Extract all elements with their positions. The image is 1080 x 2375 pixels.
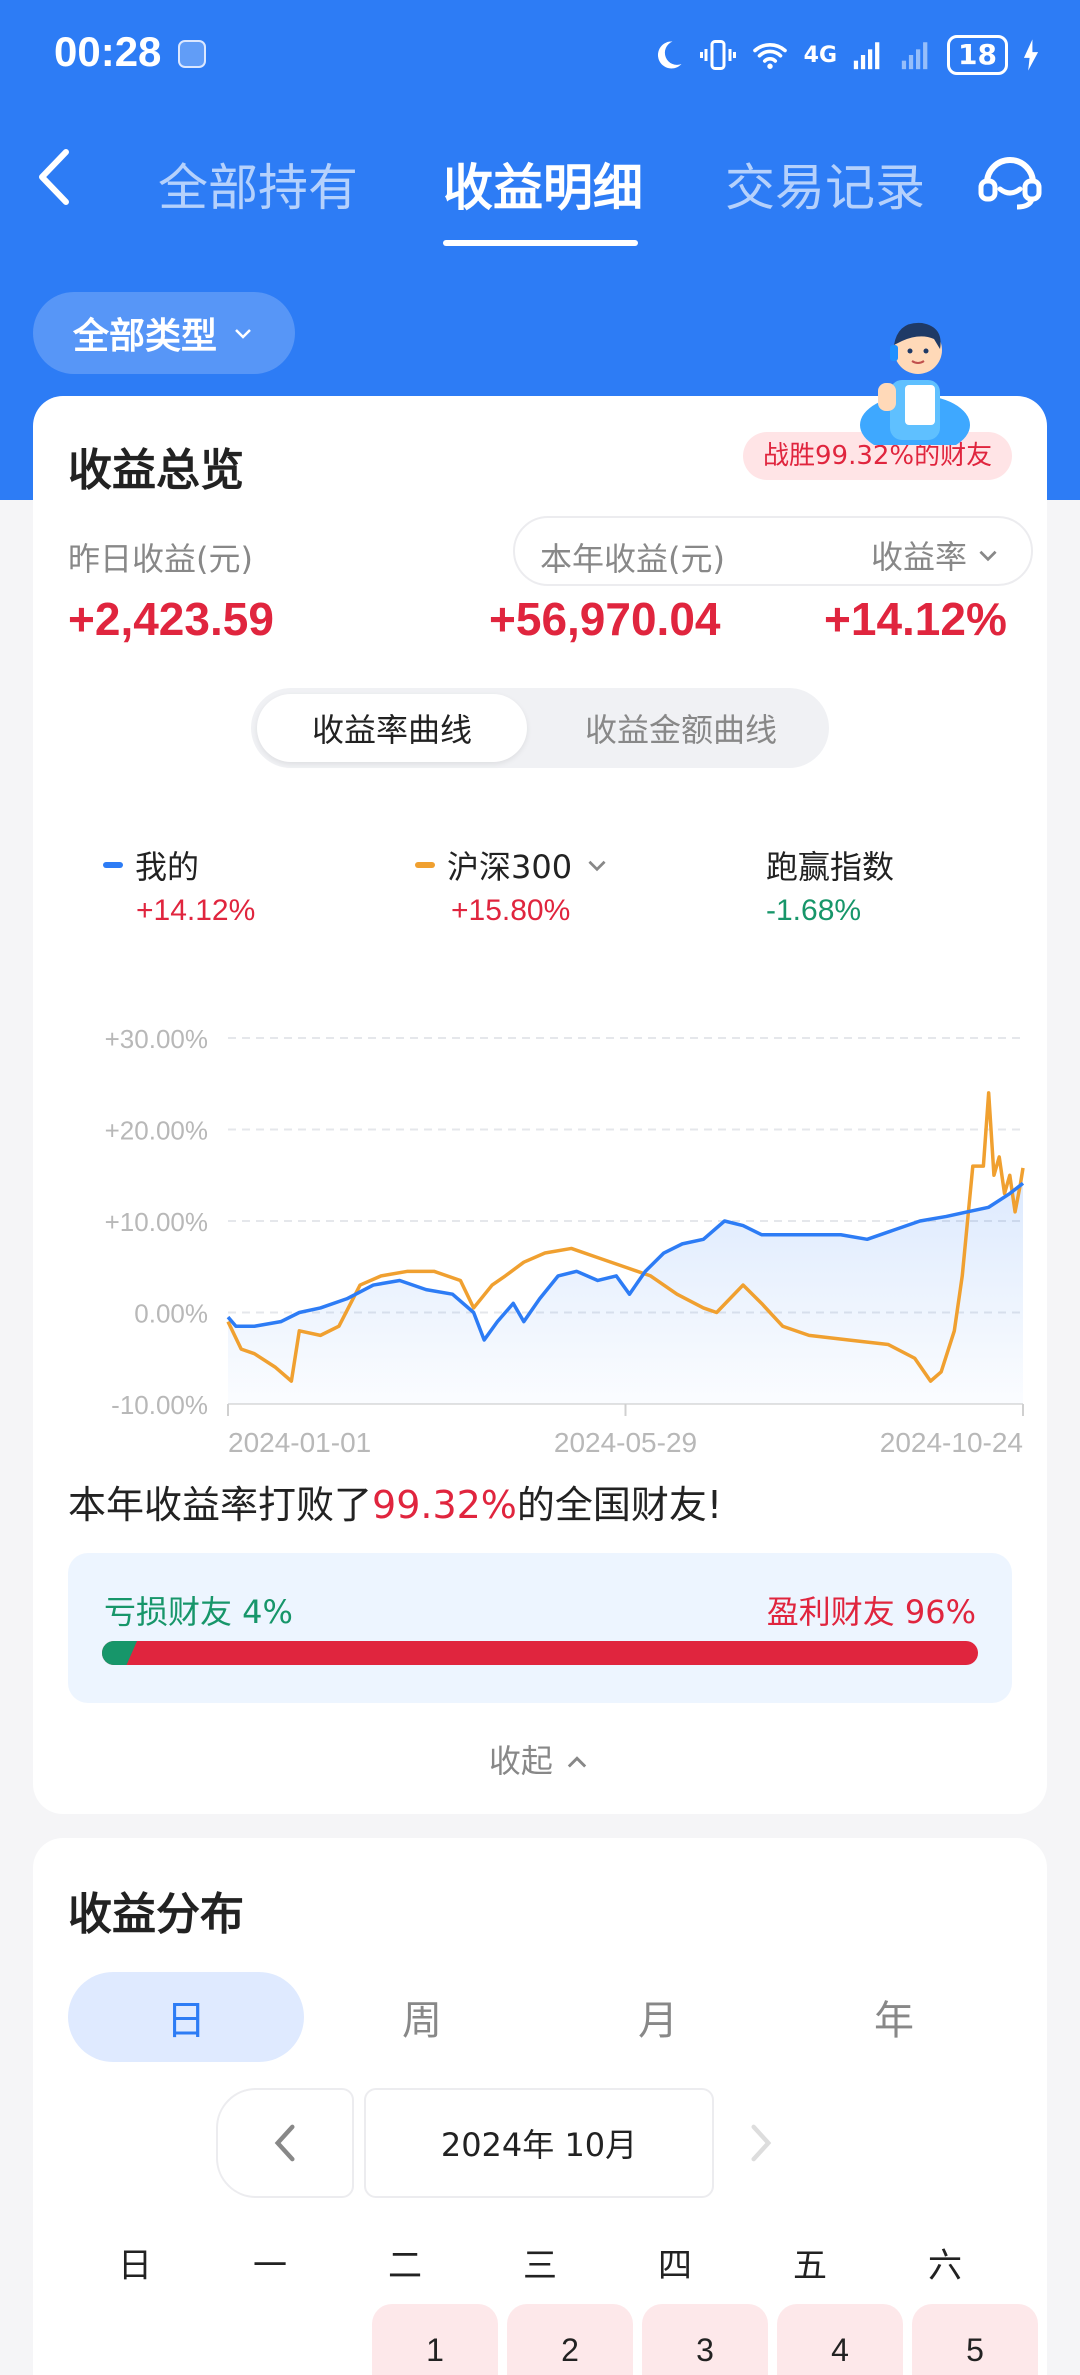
legend-swatch-mine (103, 862, 123, 868)
type-filter-dropdown[interactable]: 全部类型 (33, 292, 295, 374)
legend-name-index: 沪深300 (447, 848, 573, 886)
income-distribution-card: 收益分布 日 周 月 年 2024年 10月 日 一 二 三 四 五 六 1 2… (33, 1838, 1047, 2375)
calendar-day[interactable]: 1 (372, 2304, 498, 2375)
month-navigator: 2024年 10月 (216, 2088, 776, 2198)
active-tab-indicator (443, 240, 638, 246)
back-button[interactable] (30, 142, 90, 212)
next-month-button[interactable] (736, 2118, 786, 2168)
income-overview-card: 收益总览 战胜99.32%的财友 昨日收益(元) 本年收益(元) 收益率 +2,… (33, 396, 1047, 1814)
chevron-down-icon (235, 329, 251, 339)
chevron-down-icon (588, 860, 606, 872)
year-income-label: 本年收益(元) (540, 540, 725, 578)
weekday-fri: 五 (793, 2246, 827, 2286)
legend-mine[interactable]: 我的 (103, 842, 199, 888)
legend-outperform: 跑赢指数 (766, 842, 894, 888)
rate-value: +14.12% (824, 593, 1007, 645)
top-nav: 全部持有 收益明细 交易记录 (0, 130, 1080, 250)
chevron-right-icon (751, 2124, 772, 2162)
beat-statement: 本年收益率打败了99.32%的全国财友! (68, 1474, 722, 1529)
yesterday-income-value: +2,423.59 (68, 593, 274, 645)
chevron-left-icon (39, 149, 69, 205)
tab-income-details[interactable]: 收益明细 (443, 148, 643, 220)
network-type-label: 4G (803, 42, 838, 68)
y-tick-label: +10.00% (105, 1207, 208, 1237)
x-tick-label: 2024-01-01 (228, 1427, 371, 1458)
app-notification-icon (178, 40, 206, 68)
peer-distribution: 亏损财友 4% 盈利财友 96% (68, 1553, 1012, 1703)
beat-suffix: 的全国财友! (516, 1483, 723, 1527)
rate-selector[interactable]: 收益率 (871, 532, 1001, 578)
status-indicators: 4G 18 (650, 30, 1040, 80)
type-filter-label: 全部类型 (72, 316, 217, 357)
tab-week[interactable]: 周 (304, 1972, 540, 2062)
calendar-day[interactable]: 2 (507, 2304, 633, 2375)
moon-icon (657, 41, 682, 69)
y-tick-label: +20.00% (105, 1116, 208, 1146)
x-tick-label: 2024-05-29 (554, 1427, 697, 1458)
distribution-title: 收益分布 (68, 1889, 244, 1940)
tab-amount-curve[interactable]: 收益金额曲线 (541, 694, 821, 762)
overview-title: 收益总览 (68, 445, 244, 496)
signal-icon (853, 42, 880, 70)
weekday-sat: 六 (928, 2246, 962, 2286)
weekday-mon: 一 (253, 2246, 287, 2286)
beat-percent: 99.32% (372, 1483, 517, 1527)
tab-trade-records[interactable]: 交易记录 (725, 148, 925, 220)
weekday-tue: 二 (388, 2246, 422, 2286)
weekday-thu: 四 (658, 2246, 692, 2286)
legend-index-selector[interactable]: 沪深300 (415, 842, 610, 888)
year-income-value: +56,970.04 (489, 593, 721, 645)
calendar-day[interactable]: 4 (777, 2304, 903, 2375)
vibrate-icon (699, 40, 736, 70)
series-area-mine (228, 1183, 1023, 1404)
chevron-down-icon (979, 550, 997, 562)
prev-month-button[interactable] (216, 2088, 354, 2198)
customer-service-button[interactable] (975, 145, 1045, 215)
tab-month[interactable]: 月 (540, 1972, 776, 2062)
x-tick-label: 2024-10-24 (880, 1427, 1023, 1458)
chevron-up-icon (567, 1756, 587, 1768)
yesterday-income-label: 昨日收益(元) (68, 540, 253, 578)
loss-peers-label: 亏损财友 4% (104, 1593, 293, 1631)
rate-label: 收益率 (871, 538, 968, 576)
period-tabs: 日 周 月 年 (68, 1972, 1012, 2062)
calendar-days: 1 2 3 4 5 (68, 2304, 1038, 2375)
collapse-button[interactable]: 收起 (33, 1736, 1047, 1782)
signal-empty-icon (901, 42, 928, 70)
current-month-label: 2024年 10月 (364, 2088, 714, 2198)
legend-name-mine: 我的 (135, 848, 200, 886)
legend-value-index: +15.80% (451, 894, 571, 927)
legend-swatch-index (415, 862, 435, 868)
legend-value-mine: +14.12% (136, 894, 256, 927)
tab-rate-curve[interactable]: 收益率曲线 (257, 694, 527, 762)
weekday-sun: 日 (118, 2246, 152, 2286)
y-tick-label: +30.00% (105, 1024, 208, 1054)
status-bar: 00:28 4G 18 (0, 0, 1080, 110)
gain-peers-label: 盈利财友 96% (766, 1593, 976, 1631)
status-time: 00:28 (54, 28, 162, 75)
battery-indicator: 18 (947, 35, 1008, 75)
tab-all-holdings[interactable]: 全部持有 (158, 148, 358, 220)
curve-toggle: 收益率曲线 收益金额曲线 (251, 688, 829, 768)
calendar-day[interactable]: 5 (912, 2304, 1038, 2375)
mascot-illustration (860, 322, 970, 445)
tab-day[interactable]: 日 (68, 1972, 304, 2062)
headset-icon (978, 157, 1042, 210)
wifi-icon (752, 43, 787, 69)
tab-year[interactable]: 年 (776, 1972, 1012, 2062)
weekday-header: 日 一 二 三 四 五 六 (68, 2238, 1012, 2288)
y-tick-label: -10.00% (111, 1390, 208, 1420)
weekday-wed: 三 (523, 2246, 557, 2286)
distribution-bar (102, 1641, 978, 1665)
y-tick-label: 0.00% (134, 1299, 208, 1329)
beat-prefix: 本年收益率打败了 (68, 1483, 373, 1527)
legend-value-outperform: -1.68% (766, 894, 862, 927)
legend-name-outperform: 跑赢指数 (766, 848, 895, 886)
calendar-day[interactable]: 3 (642, 2304, 768, 2375)
charging-icon (1023, 39, 1039, 71)
collapse-label: 收起 (488, 1742, 553, 1780)
loss-segment (102, 1641, 138, 1665)
chevron-left-icon (274, 2124, 295, 2162)
